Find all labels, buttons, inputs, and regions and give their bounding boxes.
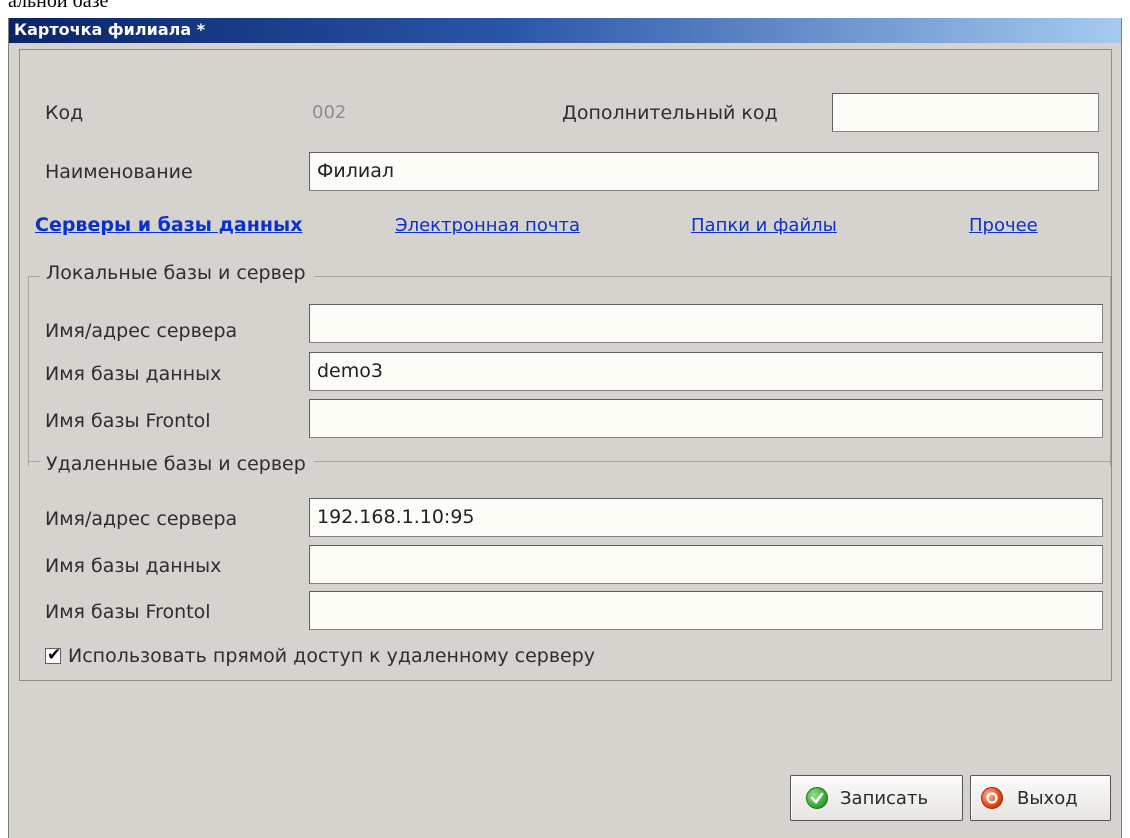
name-label: Наименование: [45, 161, 193, 183]
form-panel: Код 002 Дополнительный код Наименование …: [19, 49, 1112, 681]
tab-email[interactable]: Электронная почта: [395, 215, 580, 237]
title-bar[interactable]: Карточка филиала *: [9, 18, 1121, 43]
save-button[interactable]: Записать: [790, 775, 963, 821]
name-field[interactable]: Филиал: [309, 152, 1099, 191]
local-server-label: Имя/адрес сервера: [45, 320, 238, 342]
extra-code-field[interactable]: [832, 93, 1099, 132]
remote-frontol-field[interactable]: [309, 591, 1103, 630]
save-check-icon: [806, 787, 828, 809]
code-value: 002: [312, 102, 347, 123]
direct-access-label[interactable]: Использовать прямой доступ к удаленному …: [68, 645, 595, 667]
remote-server-label: Имя/адрес сервера: [45, 508, 238, 530]
local-db-field[interactable]: demo3: [309, 352, 1103, 391]
save-button-label: Записать: [840, 788, 929, 809]
extra-code-label: Дополнительный код: [562, 102, 778, 124]
direct-access-checkbox[interactable]: ✔: [45, 645, 61, 665]
local-frontol-label: Имя базы Frontol: [45, 410, 211, 432]
power-icon: [981, 787, 1003, 809]
tab-folders-files[interactable]: Папки и файлы: [691, 215, 837, 237]
tab-servers-databases[interactable]: Серверы и базы данных: [35, 214, 302, 236]
local-group-legend: Локальные базы и сервер: [40, 262, 314, 284]
local-frontol-field[interactable]: [309, 399, 1103, 438]
branch-card-window: Карточка филиала * Код 002 Дополнительны…: [8, 18, 1122, 838]
window-title: Карточка филиала *: [14, 20, 206, 39]
exit-button-label: Выход: [1017, 788, 1078, 809]
remote-db-field[interactable]: [309, 545, 1103, 584]
background-text-fragment: альной базе: [8, 0, 109, 12]
remote-server-field[interactable]: 192.168.1.10:95: [309, 498, 1103, 537]
code-label: Код: [45, 102, 84, 124]
tab-other[interactable]: Прочее: [969, 215, 1038, 237]
check-mark-icon: ✔: [47, 645, 62, 665]
remote-frontol-label: Имя базы Frontol: [45, 601, 211, 623]
local-db-label: Имя базы данных: [45, 363, 222, 385]
remote-group-legend: Удаленные базы и сервер: [40, 453, 314, 475]
local-server-field[interactable]: [309, 304, 1103, 343]
remote-db-label: Имя базы данных: [45, 555, 222, 577]
exit-button[interactable]: Выход: [970, 775, 1111, 821]
